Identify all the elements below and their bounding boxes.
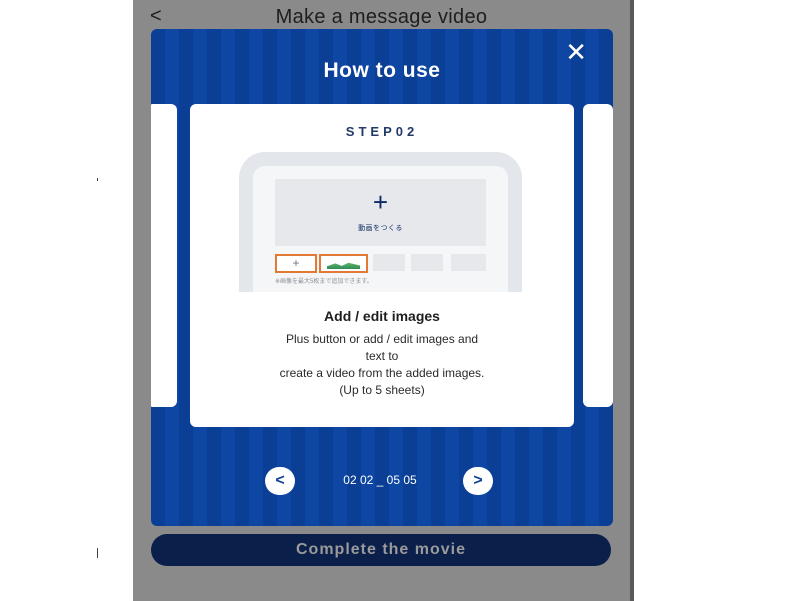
previous-step-card <box>151 104 177 407</box>
complete-movie-button[interactable]: Complete the movie <box>151 534 611 566</box>
page-title: Make a message video <box>275 6 488 28</box>
empty-thumb <box>411 254 443 271</box>
step-description: Plus button or add / edit images and tex… <box>210 331 554 399</box>
add-image-thumb-highlight: + <box>275 254 317 273</box>
plus-icon: + <box>292 256 300 270</box>
next-step-button[interactable]: > <box>463 467 493 495</box>
page-indicator: 02 02 _ 05 05 <box>343 473 417 487</box>
how-to-use-modal: ✕ How to use STEP02 + 動画をつくる + ※画像を最大5枚ま <box>151 29 613 526</box>
description-line: text to <box>365 349 399 363</box>
next-step-card <box>583 104 613 407</box>
mockup-create-area: + 動画をつくる <box>275 179 486 246</box>
edge-mark <box>97 178 98 181</box>
modal-title: How to use <box>323 59 441 82</box>
plus-icon: + <box>372 187 389 217</box>
prev-step-button[interactable]: < <box>265 467 295 495</box>
step-heading: Add / edit images <box>324 308 440 324</box>
phone-frame-edge <box>630 0 634 601</box>
mockup-caption: 動画をつくる <box>358 225 403 232</box>
empty-thumb <box>451 254 486 271</box>
description-line: Plus button or add / edit images and <box>285 332 479 346</box>
mockup-screen: + 動画をつくる + ※画像を最大5枚まで追加できます。 <box>253 166 508 292</box>
description-line: create a video from the added images. <box>279 366 485 380</box>
edge-mark <box>97 548 98 558</box>
phone-mockup-illustration: + 動画をつくる + ※画像を最大5枚まで追加できます。 <box>239 152 522 292</box>
step-card: STEP02 + 動画をつくる + ※画像を最大5枚まで追加できます。 Add <box>190 104 574 427</box>
step-pager: < 02 02 _ 05 05 > <box>265 467 495 497</box>
empty-thumb <box>373 254 405 271</box>
step-label: STEP02 <box>345 124 419 139</box>
description-line: (Up to 5 sheets) <box>339 383 425 397</box>
edit-image-thumb-highlight <box>319 254 368 273</box>
image-icon <box>327 262 360 269</box>
mockup-note: ※画像を最大5枚まで追加できます。 <box>275 279 373 285</box>
